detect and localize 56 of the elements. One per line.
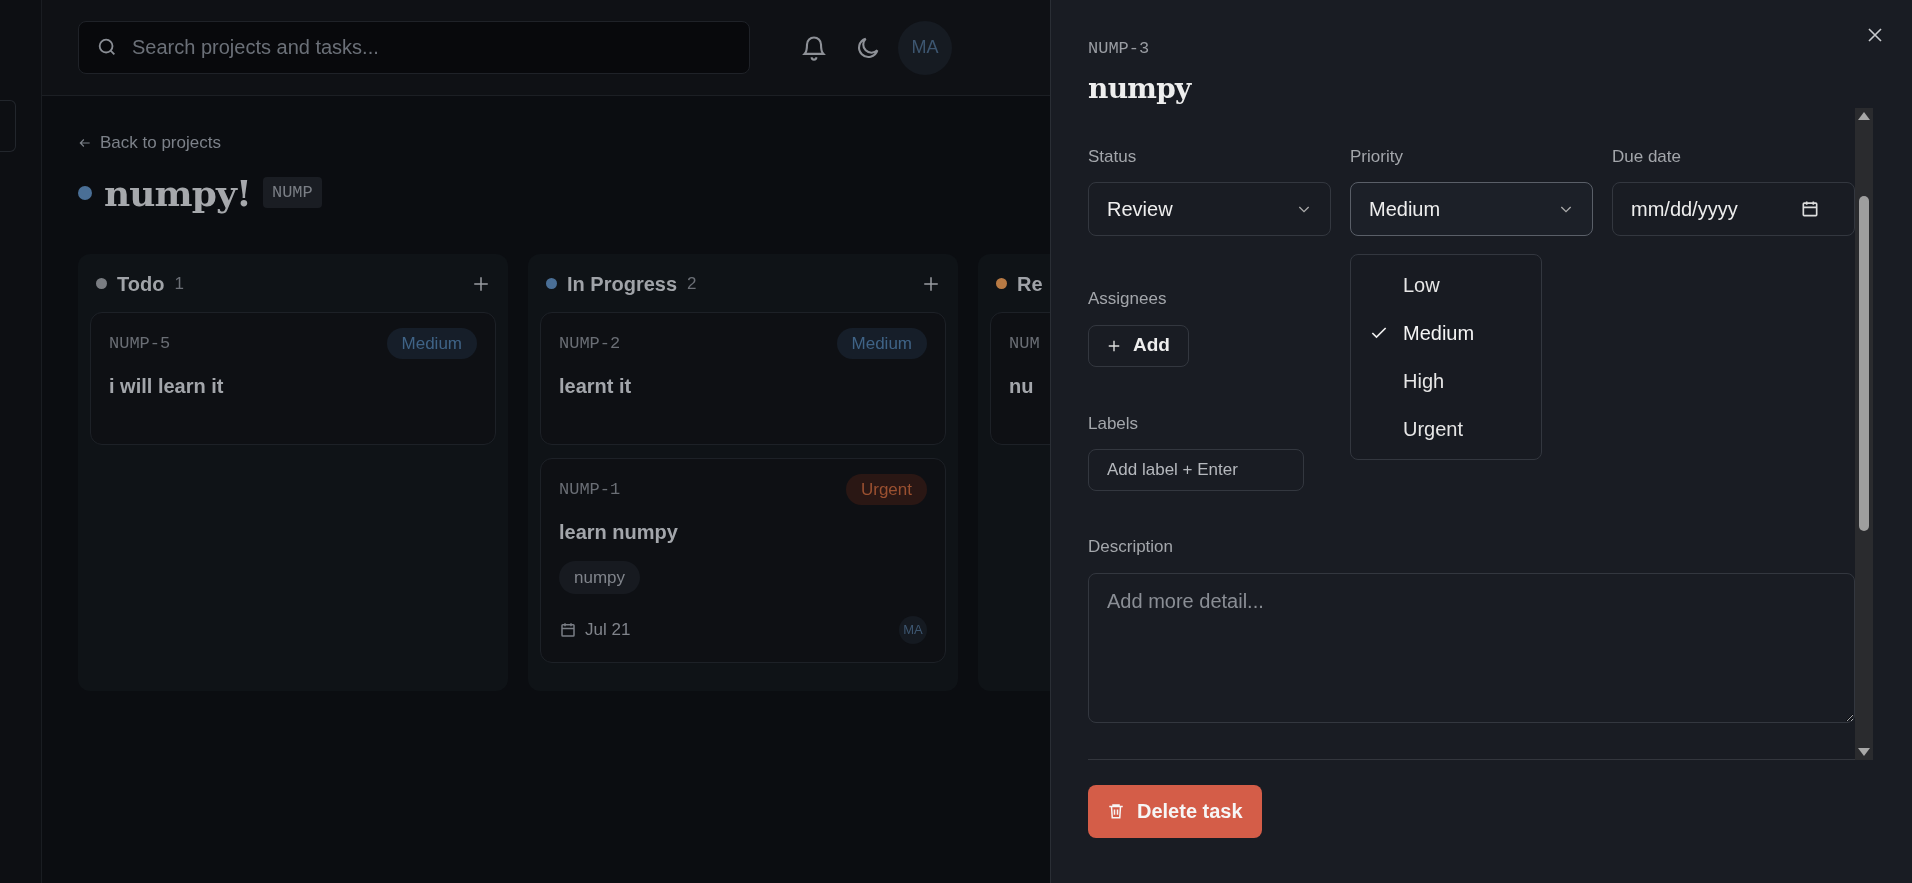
task-id: NUM	[1009, 332, 1040, 355]
task-title: i will learn it	[109, 373, 225, 399]
priority-badge: Urgent	[845, 473, 927, 506]
priority-select[interactable]: Medium	[1350, 182, 1593, 236]
task-title: learn numpy	[559, 519, 679, 545]
plus-icon[interactable]	[922, 274, 940, 293]
priority-badge: Medium	[836, 327, 927, 360]
trash-icon	[1107, 801, 1125, 821]
task-title: learnt it	[559, 373, 633, 399]
scrollbar[interactable]	[1855, 107, 1873, 760]
field-label: Status	[1088, 145, 1138, 168]
back-link[interactable]: Back to projects	[78, 130, 1050, 156]
priority-option[interactable]: Low	[1351, 260, 1541, 309]
task-card[interactable]: NUM nu	[990, 311, 1050, 445]
field-label: Description	[1088, 536, 1174, 558]
project-key: NUMP	[262, 176, 322, 209]
scroll-up-arrow-icon[interactable]	[1858, 111, 1870, 120]
label-tag: numpy	[559, 560, 641, 594]
priority-badge: Medium	[386, 327, 477, 360]
description-textarea[interactable]: Add more detail...	[1088, 572, 1855, 723]
task-card[interactable]: NUMP-1 Urgent learn numpy numpy Jul 21 MA	[540, 457, 946, 663]
field-label: Labels	[1088, 412, 1139, 435]
field-label: Assignees	[1088, 288, 1167, 310]
task-title: numpy	[1088, 70, 1191, 107]
search-field[interactable]: Search projects and tasks...	[78, 21, 750, 74]
label-input[interactable]: Add label + Enter	[1088, 449, 1304, 491]
column-title: Todo	[117, 271, 165, 297]
delete-task-button[interactable]: Delete task	[1088, 784, 1262, 838]
search-icon	[96, 36, 118, 58]
task-count: 2	[687, 272, 697, 295]
assignee-avatar: MA	[899, 616, 927, 644]
task-card[interactable]: NUMP-5 Medium i will learn it	[90, 311, 496, 445]
task-card[interactable]: NUMP-2 Medium learnt it	[540, 311, 946, 445]
due-date-field[interactable]: mm/dd/yyyy	[1612, 182, 1855, 236]
scroll-down-arrow-icon[interactable]	[1858, 747, 1870, 756]
add-assignee-button[interactable]: Add	[1088, 324, 1189, 367]
column-title: Re	[1017, 271, 1043, 297]
column-title: In Progress	[567, 271, 678, 297]
field-label: Priority	[1350, 145, 1404, 168]
plus-icon	[1107, 338, 1121, 353]
priority-option[interactable]: High	[1351, 356, 1541, 405]
task-count: 1	[174, 272, 184, 295]
task-id: NUMP-1	[559, 478, 621, 501]
field-label: Due date	[1612, 145, 1682, 168]
task-id: NUMP-5	[109, 332, 171, 355]
due-date: Jul 21	[585, 619, 631, 642]
calendar-icon	[559, 621, 577, 639]
status-select[interactable]: Review	[1088, 182, 1331, 236]
close-icon[interactable]	[1866, 26, 1884, 44]
task-id: NUMP-2	[559, 332, 621, 355]
task-id: NUMP-3	[1088, 38, 1150, 60]
plus-icon[interactable]	[472, 274, 490, 293]
task-title: nu	[1009, 373, 1035, 399]
priority-option[interactable]: Medium	[1351, 308, 1541, 357]
project-title: numpy!	[104, 170, 251, 216]
priority-option[interactable]: Urgent	[1351, 404, 1541, 453]
